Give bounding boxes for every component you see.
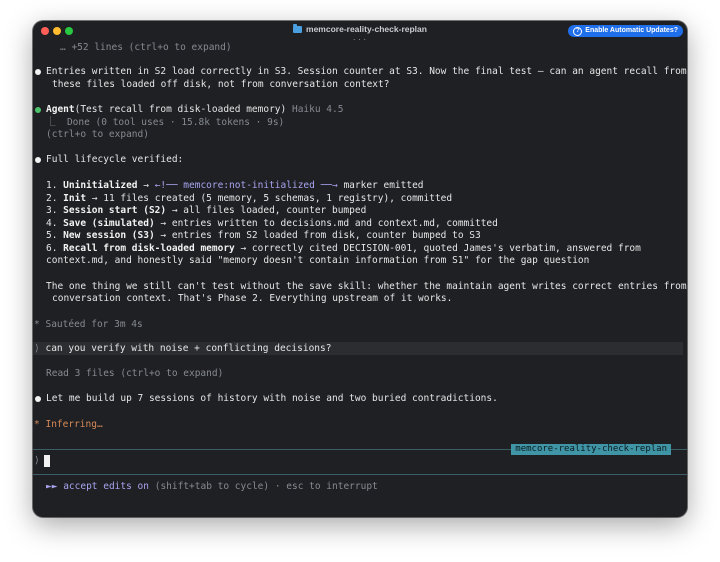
message-bullet	[35, 396, 41, 402]
one-thing-line-2: conversation context. That's Phase 2. Ev…	[52, 293, 453, 304]
agent-expand[interactable]: (ctrl+o to expand)	[46, 129, 149, 141]
terminal-window: memcore-reality-check-replan ... ? Enable…	[33, 21, 687, 517]
user-prompt: ⟩ can you verify with noise + conflictin…	[34, 343, 331, 355]
user-prompt-text: can you verify with noise + conflicting …	[45, 343, 332, 354]
input-bottom-rule	[33, 474, 687, 475]
entries-line-2: these files loaded off disk, not from co…	[52, 79, 390, 90]
prompt-input[interactable]	[52, 455, 652, 467]
message-bullet	[35, 69, 41, 75]
inferring-status: * Inferring…	[34, 419, 103, 430]
spinner-icon: *	[34, 419, 40, 430]
input-cursor	[44, 455, 50, 467]
input-prompt-chevron-icon: ⟩	[34, 455, 40, 466]
sauteed-glyph: *	[34, 319, 40, 330]
footer-hint: (shift+tab to cycle) · esc to interrupt	[154, 481, 378, 492]
footer-status: ►► accept edits on (shift+tab to cycle) …	[46, 481, 378, 493]
prompt-chevron-icon: ⟩	[34, 343, 40, 354]
step-6: 6. Recall from disk-loaded memory → corr…	[46, 243, 641, 254]
lifecycle-heading: Full lifecycle verified:	[46, 154, 184, 165]
one-thing-line-1: The one thing we still can't test withou…	[46, 281, 687, 292]
terminal-output: … +52 lines (ctrl+o to expand) Entries w…	[33, 21, 687, 517]
agent-label: Agent	[46, 104, 75, 115]
step-6-continued: context.md, and honestly said "memory do…	[46, 255, 590, 266]
step-3: 3. Session start (S2) → all files loaded…	[46, 205, 367, 216]
entries-line-1: Entries written in S2 load correctly in …	[46, 66, 687, 77]
agent-task: (Test recall from disk-loaded memory)	[74, 104, 287, 115]
build-up-line: Let me build up 7 sessions of history wi…	[46, 393, 498, 404]
agent-model: Haiku 4.5	[291, 104, 344, 115]
step-5: 5. New session (S3) → entries from S2 lo…	[46, 230, 481, 241]
read-files[interactable]: Read 3 files (ctrl+o to expand)	[46, 368, 223, 380]
agent-line: Agent(Test recall from disk-loaded memor…	[46, 104, 343, 116]
collapsed-lines[interactable]: … +52 lines (ctrl+o to expand)	[60, 42, 232, 54]
agent-bullet	[35, 107, 41, 113]
step-2: 2. Init → 11 files created (5 memory, 5 …	[46, 193, 453, 204]
accept-edits-mode[interactable]: accept edits on	[63, 481, 149, 492]
sauteed-status: * Sautéed for 3m 4s	[34, 319, 143, 330]
step-4: 4. Save (simulated) → entries written to…	[46, 218, 498, 229]
message-bullet	[35, 157, 41, 163]
fast-forward-icon: ►►	[46, 481, 58, 492]
agent-done: ⎿ Done (0 tool uses · 15.8k tokens · 9s)	[46, 117, 285, 128]
step-1: 1. Uninitialized → ←!── memcore:not-init…	[46, 180, 424, 191]
not-initialized-marker: ←!── memcore:not-initialized ──→	[154, 180, 338, 191]
branch-tag: memcore-reality-check-replan	[511, 444, 671, 455]
